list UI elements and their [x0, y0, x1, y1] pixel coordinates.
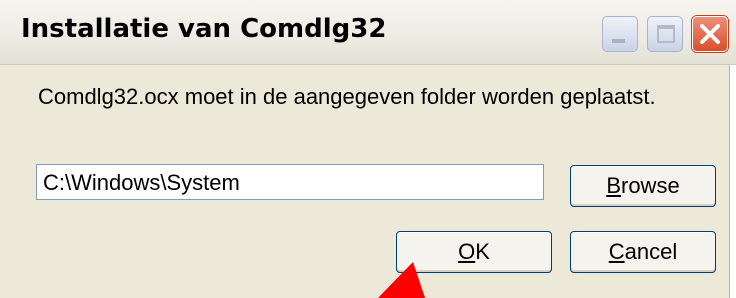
- maximize-icon: [657, 25, 675, 43]
- maximize-button[interactable]: [647, 16, 683, 52]
- title-bar[interactable]: Installatie van Comdlg32: [0, 0, 736, 65]
- cancel-button[interactable]: Cancel: [570, 231, 716, 273]
- window-title: Installatie van Comdlg32: [21, 14, 387, 44]
- cancel-label: ancel: [624, 239, 678, 264]
- ok-button[interactable]: OK: [396, 231, 552, 273]
- close-icon: [700, 24, 720, 44]
- browse-button[interactable]: Browse: [570, 165, 716, 207]
- instruction-text: Comdlg32.ocx moet in de aangegeven folde…: [38, 84, 656, 109]
- browse-mnemonic: B: [606, 173, 621, 198]
- ok-label: K: [475, 239, 490, 264]
- window-border: [729, 65, 736, 298]
- folder-path-input[interactable]: C:\Windows\System: [36, 164, 544, 200]
- close-button[interactable]: [692, 16, 728, 52]
- ok-mnemonic: O: [458, 239, 476, 264]
- minimize-button[interactable]: [602, 16, 638, 52]
- browse-label: rowse: [621, 173, 680, 198]
- dialog-window: Installatie van Comdlg32 Comdlg32.ocx mo…: [0, 0, 736, 298]
- cancel-mnemonic: C: [608, 239, 625, 264]
- minimize-icon: [612, 39, 625, 43]
